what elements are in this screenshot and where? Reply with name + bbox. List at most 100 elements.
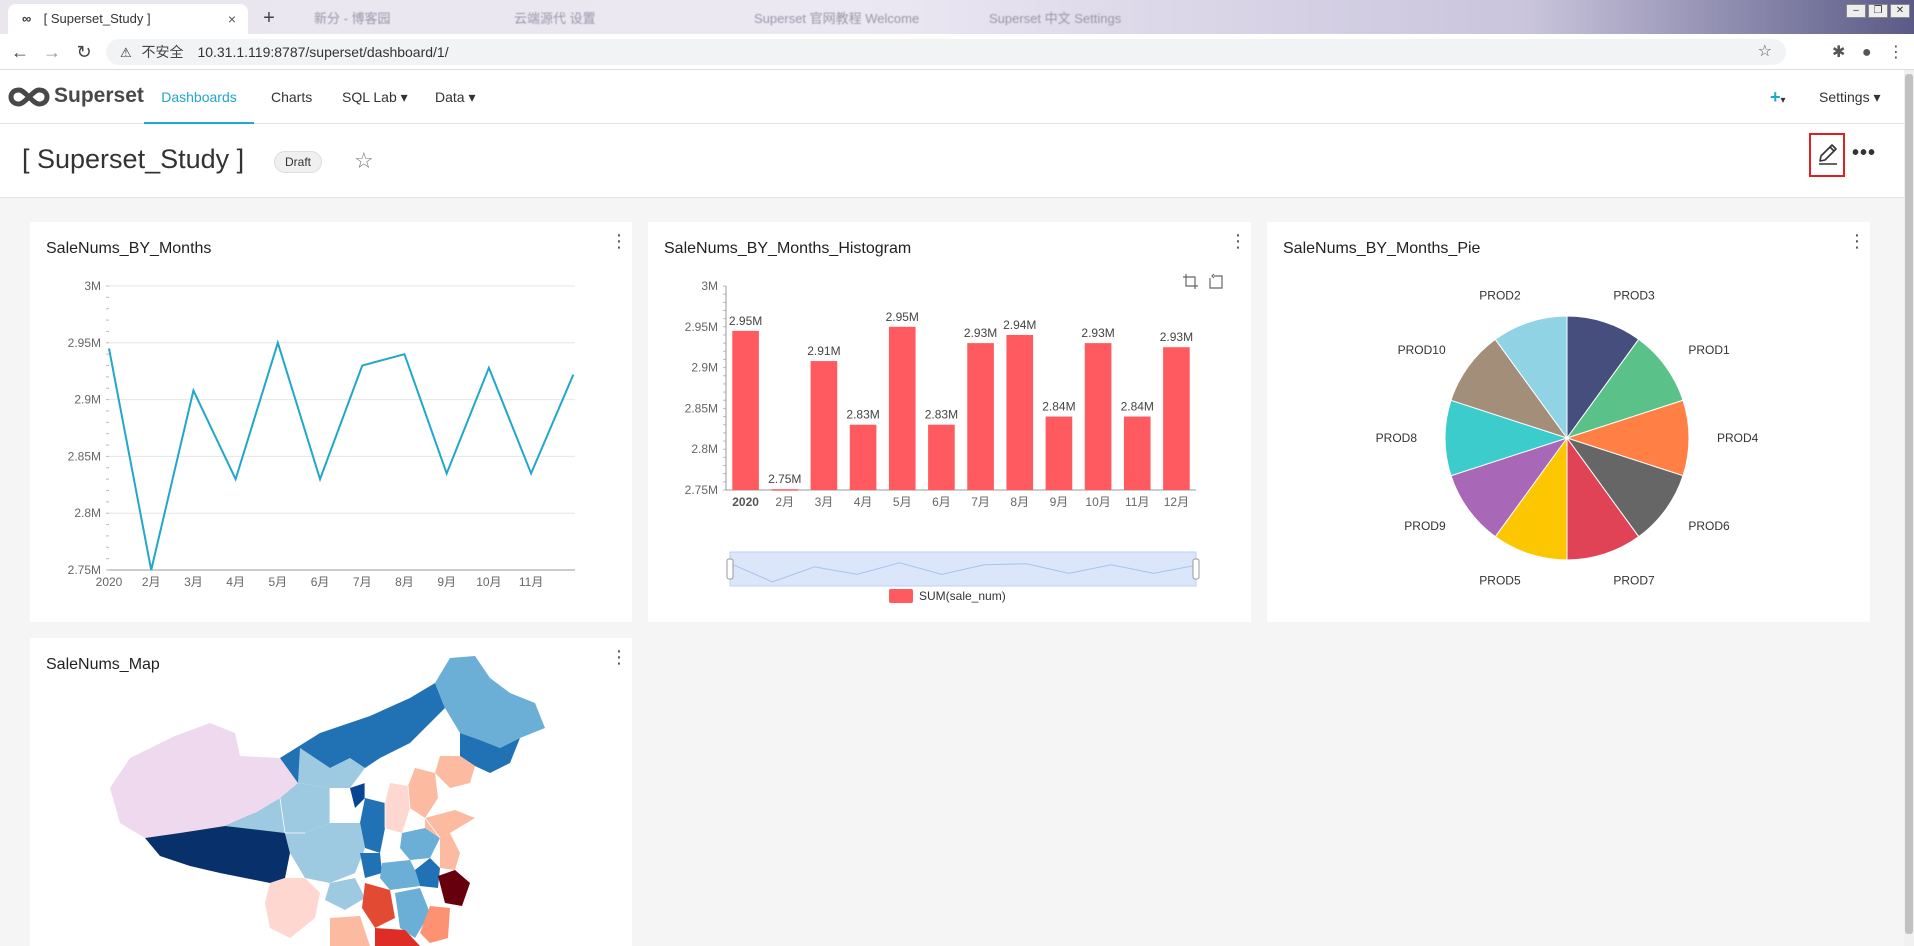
- reload-icon[interactable]: ↻: [72, 40, 96, 64]
- new-menu-button[interactable]: +▾: [1770, 70, 1786, 124]
- bar-value-label: 2.75M: [768, 472, 801, 486]
- chart-card-pie: SaleNums_BY_Months_Pie ⋮ PROD3 PROD1 PROD4…: [1267, 222, 1870, 622]
- browser-tab[interactable]: 云端源代 设置: [500, 4, 610, 34]
- nav-data[interactable]: Data ▾: [435, 70, 476, 124]
- tab-close-icon[interactable]: ×: [228, 4, 236, 34]
- dashboard-title[interactable]: [ Superset_Study ]: [22, 144, 244, 175]
- zoom-reset-icon-path: [1209, 273, 1223, 289]
- tab-title: 云端源代 设置: [514, 11, 596, 26]
- pie-slice-label: PROD3: [1613, 288, 1655, 302]
- warning-icon[interactable]: ⚠: [120, 45, 132, 60]
- bar-value-label: 2.94M: [1003, 318, 1036, 332]
- pie-slice-label: PROD10: [1398, 343, 1446, 357]
- tab-title: Superset 官网教程 Welcome: [754, 11, 920, 26]
- pencil-icon: [1819, 144, 1837, 165]
- line-chart: 2.75M2.8M2.85M2.9M2.95M3M2020 2月 3月 4月 5月 6月 7…: [68, 279, 575, 589]
- scrollbar-thumb[interactable]: [1905, 74, 1913, 934]
- map-region-ningxia: [350, 783, 365, 808]
- bar-value-label: 2.84M: [1042, 400, 1075, 414]
- bar: [810, 361, 838, 490]
- edit-dashboard-button[interactable]: [1809, 133, 1845, 177]
- map-region-guangxi: [330, 916, 370, 946]
- nav-dashboards[interactable]: Dashboards: [144, 70, 254, 124]
- y-tick-label: 2.85M: [68, 449, 101, 463]
- close-window-icon[interactable]: ✕: [1890, 4, 1910, 18]
- browser-tab[interactable]: 新分 - 博客园: [300, 4, 405, 34]
- datazoom-slider: [726, 551, 1200, 587]
- y-tick-label: 2.85M: [685, 401, 718, 415]
- china-map: [110, 656, 545, 946]
- nav-charts[interactable]: Charts: [271, 70, 312, 124]
- browser-tab[interactable]: Superset 官网教程 Welcome: [740, 4, 933, 34]
- url-text: 10.31.1.119:8787/superset/dashboard/1/: [197, 44, 449, 60]
- map-region-guizhou: [325, 878, 365, 910]
- x-tick-label: 2月: [775, 495, 794, 509]
- bar: [1006, 334, 1034, 490]
- bar: [1123, 416, 1151, 490]
- settings-menu[interactable]: Settings ▾: [1819, 70, 1881, 124]
- map-region-hebei: [408, 768, 438, 818]
- page-scrollbar[interactable]: [1904, 70, 1914, 946]
- more-options-icon[interactable]: •••: [1852, 142, 1876, 165]
- extensions-icon[interactable]: ✱: [1832, 42, 1845, 62]
- chart-card-map: SaleNums_Map ⋮: [30, 638, 632, 946]
- browser-menu-icon[interactable]: ⋮: [1888, 42, 1904, 62]
- x-tick-label: 4月: [854, 495, 873, 509]
- y-tick-label: 3M: [701, 279, 718, 293]
- bar-value-label: 2.93M: [1081, 326, 1114, 340]
- superset-logo-icon: [8, 87, 50, 107]
- pie-chart: PROD3 PROD1 PROD4 PROD6 PROD7 PROD5 PROD9 PROD8…: [1376, 288, 1759, 588]
- pie-slice-label: PROD5: [1479, 574, 1521, 588]
- back-icon[interactable]: ←: [8, 40, 32, 64]
- y-tick-label: 2.95M: [68, 336, 101, 350]
- bar-value-label: 2.95M: [886, 310, 919, 324]
- nav-sql-lab[interactable]: SQL Lab ▾: [342, 70, 408, 124]
- x-tick-label: 3月: [815, 495, 834, 509]
- bar-value-label: 2.83M: [925, 408, 958, 422]
- pie-slice-label: PROD9: [1404, 519, 1446, 533]
- insecure-label[interactable]: 不安全: [142, 44, 184, 60]
- new-tab-button[interactable]: +: [256, 6, 282, 32]
- pie-slice-label: PROD1: [1688, 343, 1730, 357]
- tab-title: 新分 - 博客园: [314, 11, 391, 26]
- chart-card-bar: SaleNums_BY_Months_Histogram ⋮ 2.75M 2.8M…: [648, 222, 1251, 622]
- browser-tab-active[interactable]: ∞ [ Superset_Study ] ×: [8, 4, 248, 34]
- brand-name: Superset: [54, 84, 144, 107]
- y-tick-label: 2.9M: [691, 361, 718, 375]
- pie-slice-label: PROD6: [1688, 519, 1730, 533]
- browser-tab[interactable]: Superset 中文 Settings: [975, 4, 1135, 34]
- bar-value-label: 2.93M: [964, 326, 997, 340]
- chart-card-line: SaleNums_BY_Months ⋮ 2.75M 2.8M 2.85M 2.9M 2…: [30, 222, 632, 622]
- bar: [1163, 347, 1190, 490]
- bar: [1084, 343, 1112, 490]
- app-navbar: Superset Dashboards Charts SQL Lab ▾ Dat…: [0, 70, 1904, 124]
- x-tick-label: 6月: [311, 575, 330, 589]
- y-tick-label: 3M: [84, 279, 101, 293]
- x-tick-label: 9月: [437, 575, 456, 589]
- x-tick-label: 8月: [395, 575, 414, 589]
- map-region-yunnan: [265, 878, 320, 938]
- forward-icon[interactable]: →: [40, 40, 64, 64]
- y-tick-label: 2.95M: [685, 320, 718, 334]
- bar-chart: 2.75M 2.8M 2.85M 2.9M 2.95M 3M 2.95M 2020 2.75M 2…: [685, 273, 1223, 603]
- url-input[interactable]: ⚠ 不安全 10.31.1.119:8787/superset/dashboar…: [106, 39, 1786, 65]
- status-badge[interactable]: Draft: [274, 151, 323, 173]
- favorite-star-icon[interactable]: ☆: [354, 148, 374, 174]
- y-tick-label: 2.8M: [74, 506, 101, 520]
- tab-title: [ Superset_Study ]: [43, 11, 151, 26]
- x-tick-label: 9月: [1050, 495, 1069, 509]
- plus-icon: +: [1770, 87, 1781, 107]
- bar-value-label: 2.84M: [1121, 400, 1154, 414]
- bookmark-star-icon[interactable]: ☆: [1758, 39, 1772, 65]
- restore-icon[interactable]: ❐: [1868, 4, 1888, 18]
- bar: [967, 343, 994, 490]
- y-tick-label: 2.8M: [691, 442, 718, 456]
- profile-icon[interactable]: ●: [1862, 44, 1872, 62]
- map-region-zhejiang: [438, 870, 470, 906]
- map-region-hubei: [380, 860, 420, 890]
- x-tick-label: 5月: [893, 495, 912, 509]
- map-region-chongqing: [360, 853, 382, 878]
- x-tick-label: 4月: [226, 575, 245, 589]
- map-region-shanxi: [385, 783, 410, 833]
- minimize-icon[interactable]: –: [1846, 4, 1866, 18]
